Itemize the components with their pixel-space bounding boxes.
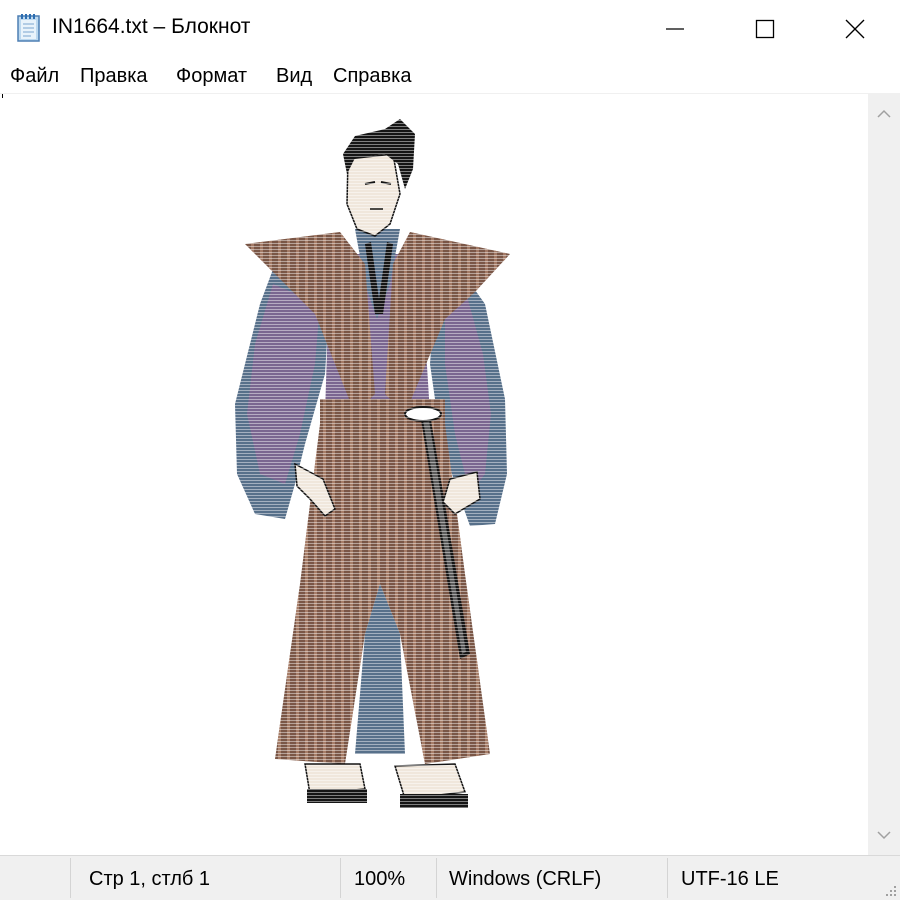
menu-view[interactable]: Вид xyxy=(274,63,314,90)
status-zoom: 100% xyxy=(354,868,406,890)
menu-help[interactable]: Справка xyxy=(331,63,413,90)
close-button[interactable] xyxy=(810,0,900,58)
status-bar: Стр 1, стлб 1 100% Windows (CRLF) UTF-16… xyxy=(0,855,900,900)
menu-file[interactable]: Файл xyxy=(8,63,61,90)
status-separator xyxy=(436,858,437,898)
scroll-up-button[interactable] xyxy=(868,94,900,134)
notepad-icon xyxy=(15,13,43,43)
status-line-ending: Windows (CRLF) xyxy=(449,868,602,890)
chevron-up-icon xyxy=(877,109,891,118)
menu-edit[interactable]: Правка xyxy=(78,63,150,90)
menu-bar: Файл Правка Формат Вид Справка xyxy=(0,60,900,93)
vertical-scrollbar[interactable] xyxy=(868,94,900,855)
minimize-icon xyxy=(666,28,684,30)
status-separator xyxy=(70,858,71,898)
samurai-ascii-art xyxy=(215,114,535,819)
scroll-down-button[interactable] xyxy=(868,815,900,855)
menu-format[interactable]: Формат xyxy=(174,63,249,90)
title-bar[interactable]: IN1664.txt – Блокнот xyxy=(0,0,900,58)
status-separator xyxy=(667,858,668,898)
maximize-button[interactable] xyxy=(720,0,810,58)
close-icon xyxy=(845,19,865,39)
window-title: IN1664.txt – Блокнот xyxy=(52,15,251,38)
minimize-button[interactable] xyxy=(630,0,720,58)
status-encoding: UTF-16 LE xyxy=(681,868,779,890)
text-editor[interactable] xyxy=(0,94,868,855)
text-caret xyxy=(2,94,3,98)
chevron-down-icon xyxy=(877,831,891,840)
maximize-icon xyxy=(755,19,775,39)
status-separator xyxy=(340,858,341,898)
resize-grip-icon[interactable] xyxy=(882,882,898,898)
status-cursor-position: Стр 1, стлб 1 xyxy=(89,868,211,890)
